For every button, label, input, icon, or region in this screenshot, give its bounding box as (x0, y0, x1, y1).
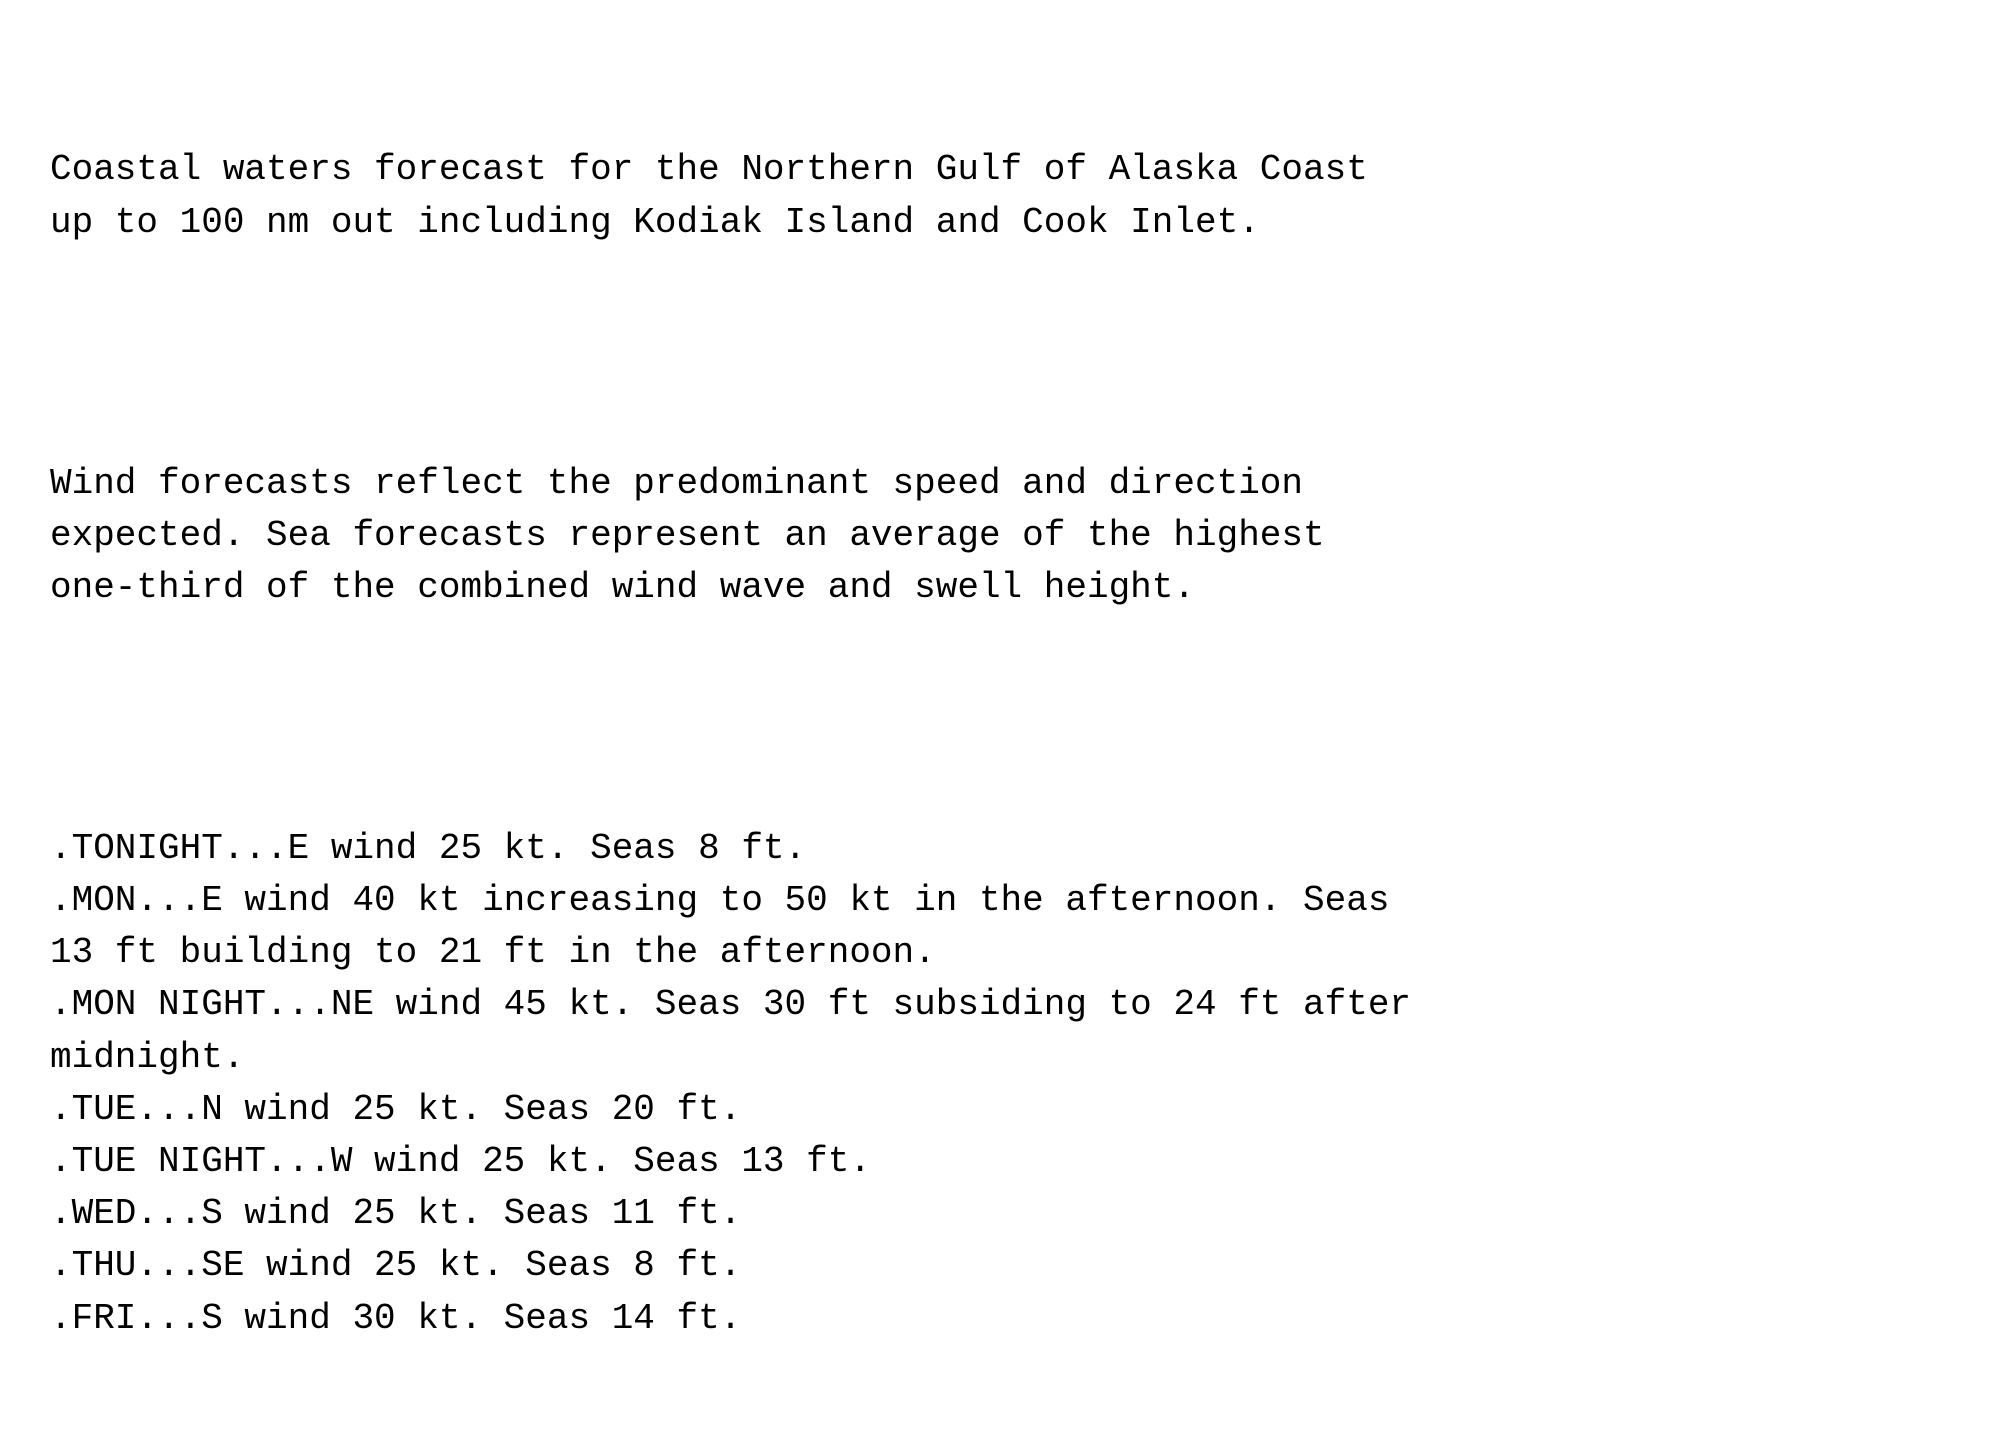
forecast-period-0: .TONIGHT...E wind 25 kt. Seas 8 ft. (50, 823, 1950, 875)
forecast-container: Coastal waters forecast for the Northern… (50, 40, 1950, 1397)
forecast-period-3: .TUE...N wind 25 kt. Seas 20 ft. (50, 1084, 1950, 1136)
forecast-period-1: .MON...E wind 40 kt increasing to 50 kt … (50, 875, 1950, 979)
forecast-period-2: .MON NIGHT...NE wind 45 kt. Seas 30 ft s… (50, 979, 1950, 1083)
wind-note: Wind forecasts reflect the predominant s… (50, 458, 1950, 615)
forecast-period-4: .TUE NIGHT...W wind 25 kt. Seas 13 ft. (50, 1136, 1950, 1188)
forecast-period-5: .WED...S wind 25 kt. Seas 11 ft. (50, 1188, 1950, 1240)
forecast-header: Coastal waters forecast for the Northern… (50, 144, 1950, 248)
forecast-period-7: .FRI...S wind 30 kt. Seas 14 ft. (50, 1293, 1950, 1345)
forecast-period-6: .THU...SE wind 25 kt. Seas 8 ft. (50, 1240, 1950, 1292)
forecast-periods: .TONIGHT...E wind 25 kt. Seas 8 ft..MON.… (50, 823, 1950, 1345)
